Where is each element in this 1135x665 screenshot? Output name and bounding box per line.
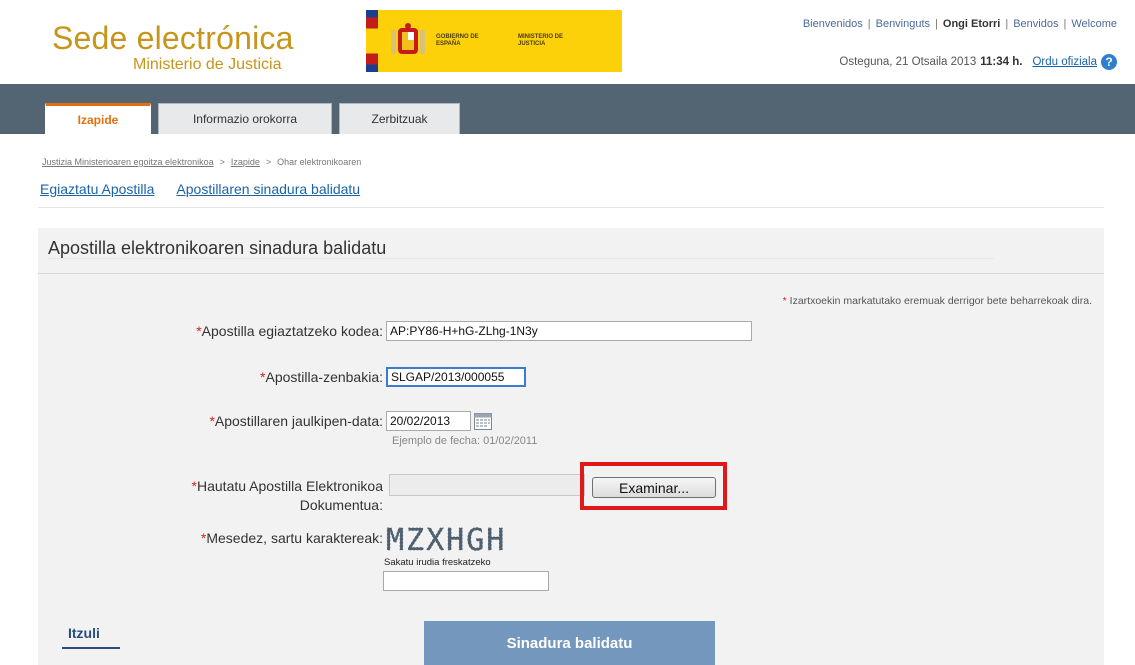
- captcha-label: *Mesedez, sartu karaktereak:: [200, 530, 383, 546]
- tab-izapide[interactable]: Izapide: [45, 103, 151, 134]
- coat-of-arms-icon: [391, 23, 425, 54]
- site-subtitle: Ministerio de Justicia: [133, 56, 282, 73]
- flag-stripe: [366, 10, 378, 72]
- back-link[interactable]: Itzuli: [68, 625, 100, 641]
- verification-code-input[interactable]: [386, 321, 752, 341]
- tab-zerbitzuak[interactable]: Zerbitzuak: [339, 103, 460, 134]
- breadcrumb-home-link[interactable]: Justizia Ministerioaren egoitza elektron…: [42, 157, 214, 167]
- required-fields-note: * Izartxoekin markatutako eremuak derrig…: [783, 295, 1092, 307]
- document-label: *Hautatu Apostilla Elektronikoa Dokumentu…: [191, 478, 383, 513]
- lang-es-link[interactable]: Bienvenidos: [803, 18, 863, 30]
- official-time-link[interactable]: Ordu ofiziala: [1032, 56, 1097, 68]
- government-logo: GOBIERNO DE ESPAÑA MINISTERIO DE JUSTICI…: [366, 10, 622, 72]
- lang-ca-link[interactable]: Benvinguts: [876, 18, 930, 30]
- number-label: *Apostilla-zenbakia:: [260, 369, 383, 385]
- language-selector: Bienvenidos | Benvinguts | Ongi Etorri | Benvi…: [802, 18, 1117, 30]
- calendar-icon[interactable]: [474, 413, 492, 430]
- captcha-refresh-hint: Sakatu irudia freskatzeko: [384, 557, 491, 568]
- issue-date-input[interactable]: [386, 411, 471, 431]
- required-note-text: Izartxoekin markatutako eremuak derrigor…: [789, 295, 1092, 307]
- lang-en-link[interactable]: Welcome: [1071, 18, 1117, 30]
- breadcrumb-separator: >: [219, 157, 225, 167]
- validate-signature-link[interactable]: Apostillaren sinadura balidatu: [176, 181, 360, 197]
- current-date: Osteguna, 21 Otsaila 2013: [839, 56, 977, 68]
- help-icon[interactable]: ?: [1101, 54, 1117, 70]
- date-format-hint: Ejemplo de fecha: 01/02/2011: [392, 435, 538, 447]
- current-time: 11:34 h.: [980, 56, 1023, 68]
- title-divider: [48, 258, 994, 259]
- lang-gl-link[interactable]: Benvidos: [1013, 18, 1058, 30]
- issue-date-label: *Apostillaren jaulkipen-data:: [209, 413, 383, 429]
- site-title: Sede electrónica: [52, 20, 294, 56]
- code-label: *Apostilla egiaztatzeko kodea:: [196, 323, 383, 339]
- verify-apostille-link[interactable]: Egiaztatu Apostilla: [40, 181, 154, 197]
- apostille-number-input[interactable]: [386, 367, 526, 387]
- breadcrumb: Justizia Ministerioaren egoitza elektron…: [42, 157, 361, 167]
- ministry-label: MINISTERIO DE JUSTICIA: [518, 34, 564, 47]
- lang-eu-current: Ongi Etorri: [942, 18, 1001, 30]
- divider: [38, 207, 1104, 208]
- back-link-underline: [62, 647, 120, 649]
- validate-signature-button[interactable]: Sinadura balidatu: [424, 621, 715, 665]
- panel-divider: [38, 273, 1104, 274]
- browse-button[interactable]: Examinar...: [592, 477, 716, 498]
- date-time-bar: Osteguna, 21 Otsaila 2013 11:34 h. Ordu …: [839, 54, 1117, 70]
- breadcrumb-separator: >: [265, 157, 272, 167]
- breadcrumb-izapide-link[interactable]: Izapide: [231, 157, 260, 167]
- document-file-input[interactable]: [389, 474, 585, 496]
- captcha-image[interactable]: MZXHGH: [384, 520, 534, 554]
- captcha-text: MZXHGH: [386, 523, 506, 554]
- form-panel: [38, 228, 1104, 665]
- page-title: Apostilla elektronikoaren sinadura balid…: [48, 238, 387, 258]
- required-mark: *: [782, 295, 787, 307]
- breadcrumb-current: Ohar elektronikoaren: [277, 157, 362, 167]
- captcha-input[interactable]: [383, 571, 549, 591]
- government-label: GOBIERNO DE ESPAÑA: [436, 34, 479, 47]
- tab-informazio-orokorra[interactable]: Informazio orokorra: [158, 103, 332, 134]
- sub-navigation: Egiaztatu Apostilla Apostillaren sinadura…: [40, 181, 382, 197]
